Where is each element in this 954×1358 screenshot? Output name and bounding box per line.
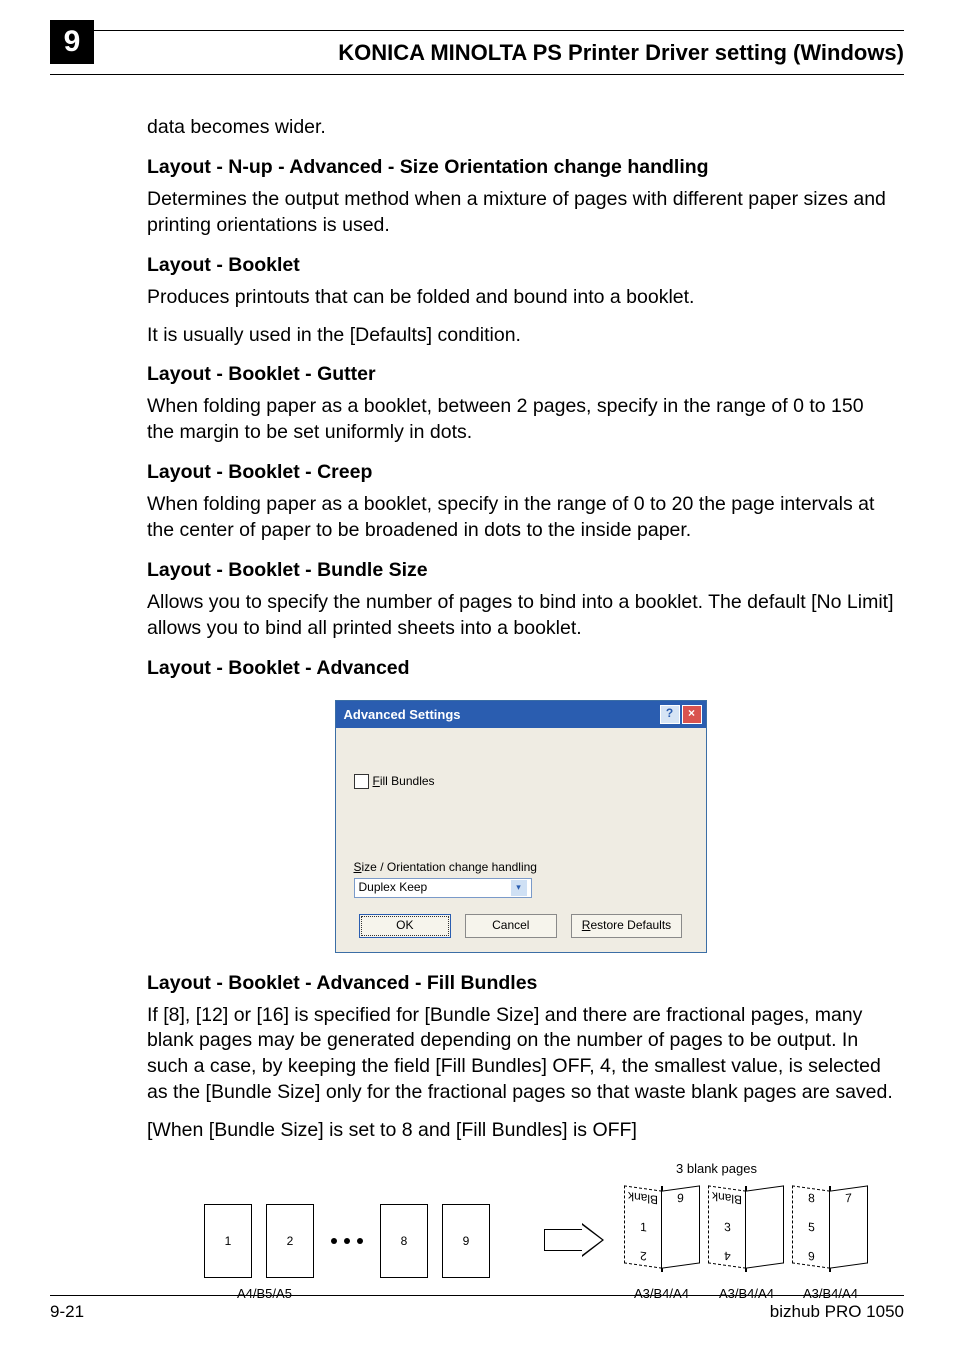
heading-bundle-size: Layout - Booklet - Bundle Size [147, 558, 894, 584]
open-book: 8 5 6 7 [795, 1182, 865, 1277]
open-book: Blank 3 4 [711, 1182, 781, 1277]
dialog-title-text: Advanced Settings [344, 706, 461, 723]
main-content: data becomes wider. Layout - N-up - Adva… [147, 115, 894, 1144]
heading-booklet: Layout - Booklet [147, 253, 894, 279]
flat-pages-row: 1 2 8 9 [204, 1204, 490, 1278]
chapter-badge: 9 [50, 20, 94, 64]
heading-gutter: Layout - Booklet - Gutter [147, 362, 894, 388]
fill-bundles-label: Fill Bundles [373, 774, 435, 790]
arrow-right-icon [544, 1226, 604, 1254]
heading-creep: Layout - Booklet - Creep [147, 460, 894, 486]
chevron-down-icon[interactable]: ▾ [511, 880, 527, 896]
flat-page: 1 [204, 1204, 252, 1278]
header-bar: KONICA MINOLTA PS Printer Driver setting… [50, 30, 904, 75]
flat-page: 9 [442, 1204, 490, 1278]
close-icon[interactable]: × [682, 705, 702, 724]
para-bundle-size: Allows you to specify the number of page… [147, 590, 894, 642]
para-example-caption: [When [Bundle Size] is set to 8 and [Fil… [147, 1118, 894, 1144]
page-footer: 9-21 bizhub PRO 1050 [50, 1295, 904, 1322]
fill-bundles-checkbox-row[interactable]: Fill Bundles [354, 774, 688, 790]
para-creep: When folding paper as a booklet, specify… [147, 492, 894, 544]
cancel-button[interactable]: Cancel [465, 914, 557, 938]
checkbox-icon[interactable] [354, 774, 369, 789]
heading-fill-bundles: Layout - Booklet - Advanced - Fill Bundl… [147, 971, 894, 997]
size-orientation-label: Size / Orientation change handling [354, 860, 688, 876]
para-fill-bundles: If [8], [12] or [16] is specified for [B… [147, 1003, 894, 1107]
size-orientation-select[interactable]: Duplex Keep ▾ [354, 878, 532, 898]
doc-title: KONICA MINOLTA PS Printer Driver setting… [338, 40, 904, 66]
para-gutter: When folding paper as a booklet, between… [147, 394, 894, 446]
product-name: bizhub PRO 1050 [770, 1302, 904, 1322]
blank-pages-label: 3 blank pages [676, 1161, 757, 1176]
restore-defaults-button[interactable]: Restore Defaults [571, 914, 682, 938]
para-nup-size: Determines the output method when a mixt… [147, 187, 894, 239]
ok-button[interactable]: OK [359, 914, 451, 938]
select-value: Duplex Keep [359, 880, 428, 896]
help-icon[interactable]: ? [660, 705, 680, 724]
para-booklet-1: Produces printouts that can be folded an… [147, 285, 894, 311]
flat-page: 8 [380, 1204, 428, 1278]
page-number: 9-21 [50, 1302, 84, 1322]
advanced-settings-dialog: Advanced Settings ? × Fill Bundles Size … [335, 700, 707, 953]
ellipsis-icon [328, 1238, 366, 1244]
heading-advanced: Layout - Booklet - Advanced [147, 656, 894, 682]
body-intro: data becomes wider. [147, 115, 894, 141]
open-books-row: Blank 1 2 9 Blank 3 4 8 [627, 1182, 865, 1277]
open-book: Blank 1 2 9 [627, 1182, 697, 1277]
heading-nup-size: Layout - N-up - Advanced - Size Orientat… [147, 155, 894, 181]
para-booklet-2: It is usually used in the [Defaults] con… [147, 323, 894, 349]
flat-page: 2 [266, 1204, 314, 1278]
dialog-titlebar: Advanced Settings ? × [336, 701, 706, 728]
